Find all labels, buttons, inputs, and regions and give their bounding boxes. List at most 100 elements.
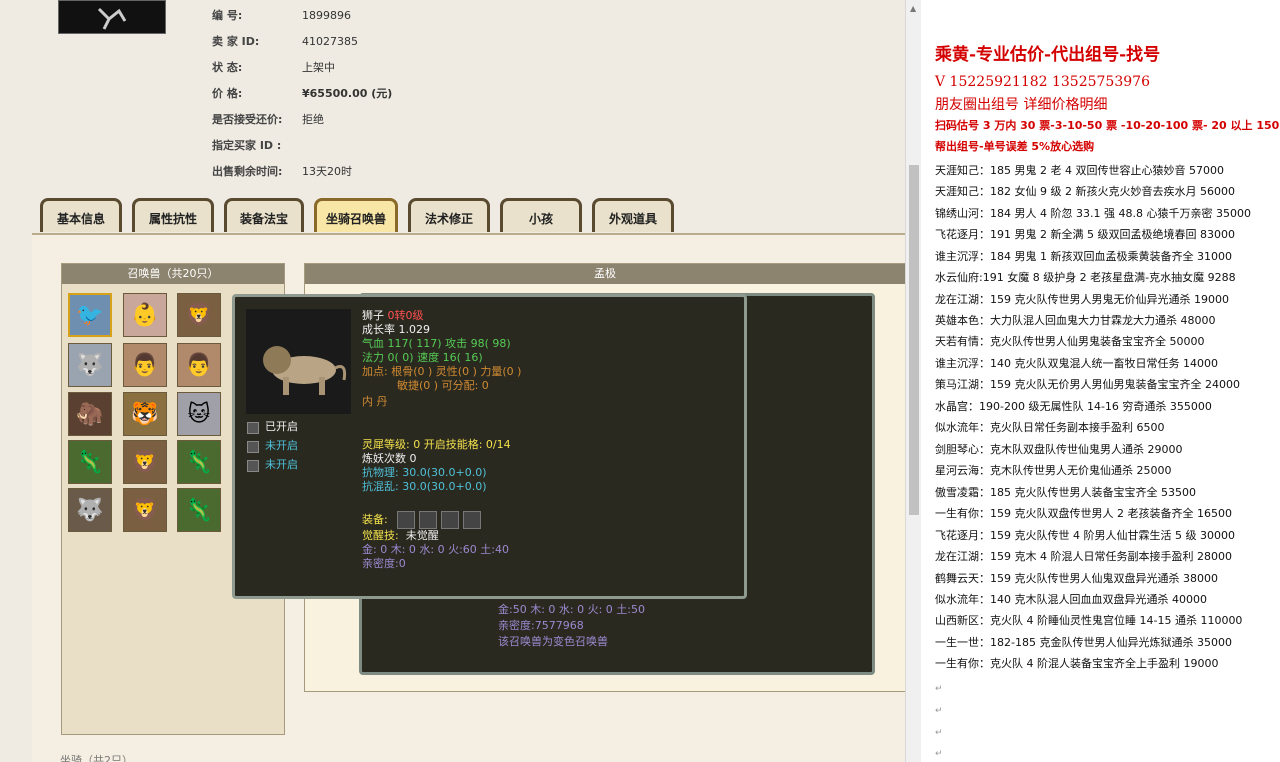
lion-icon <box>262 345 346 395</box>
notes-line: 锦绣山河：184 男人 4 阶忽 33.1 强 48.8 心猿千万亲密 3500… <box>935 207 1251 220</box>
notes-line: 谁主沉浮：140 克火队双鬼混人统一畜牧日常任务 14000 <box>935 357 1218 370</box>
tt-refine: 炼妖次数 0 <box>362 452 417 465</box>
scroll-up-icon[interactable]: ▲ <box>910 4 916 13</box>
info-price-row: 价 格: ¥65500.00 (元) <box>212 87 393 100</box>
summons-list-title: 召唤兽（共20只） <box>62 264 284 284</box>
info-seller-row: 卖 家 ID: 41027385 <box>212 35 358 48</box>
notes-sub: 朋友圈出组号 详细价格明细 <box>935 97 1108 113</box>
cat-icon: 🐱 <box>187 401 211 427</box>
summon-intimacy: 亲密度:7577968 <box>498 619 584 632</box>
tt-mp-spd: 法力 0( 0) 速度 16( 16) <box>362 351 483 364</box>
beast-icon: 🦎 <box>76 449 104 475</box>
summon-detail-title: 孟极 <box>305 264 905 284</box>
tab-equipment[interactable]: 装备法宝 <box>224 198 304 232</box>
notes-line: 飞花逐月：159 克火队传世 4 阶男人仙甘霖生活 5 级 30000 <box>935 529 1235 542</box>
tab-mounts-summons[interactable]: 坐骑召唤兽 <box>314 198 398 232</box>
paragraph-mark-icon: ↵ <box>935 728 943 738</box>
summon-slot-1[interactable]: 🐦 <box>68 293 112 337</box>
summon-tooltip: 狮子 0转0级 成长率 1.029 气血 117( 117) 攻击 98( 98… <box>232 294 747 599</box>
tt-points-2: 敏捷(0 ) 可分配: 0 <box>397 379 489 392</box>
notes-line: 天若有情：克火队传世男人仙男鬼装备宝宝齐全 50000 <box>935 335 1205 348</box>
equip-slot-1[interactable] <box>397 511 415 529</box>
summon-slot-5[interactable]: 👨 <box>123 343 167 387</box>
notes-line: 一生有你：克火队 4 阶混人装备宝宝齐全上手盈利 19000 <box>935 657 1219 670</box>
tt-equip-label: 装备: <box>362 513 388 526</box>
notes-line: 似水流年：克火队日常任务副本接手盈利 6500 <box>935 421 1165 434</box>
tt-neidan: 内 丹 <box>362 395 388 408</box>
notes-line: 水云仙府:191 女魔 8 级护身 2 老孩星盘满-克水抽女魔 9288 <box>935 271 1236 284</box>
notes-line: 谁主沉浮：184 男鬼 1 新孩双回血孟极乘黄装备齐全 31000 <box>935 250 1232 263</box>
baby-icon: 👶 <box>131 302 159 328</box>
equip-slot-3[interactable] <box>441 511 459 529</box>
tt-hp-atk: 气血 117( 117) 攻击 98( 98) <box>362 337 511 350</box>
notes-line: 剑胆琴心：克木队双盘队传世仙鬼男人通杀 29000 <box>935 443 1183 456</box>
tab-appearance[interactable]: 外观道具 <box>592 198 674 232</box>
mount-tab-label[interactable]: 坐骑（共2只） <box>60 754 133 762</box>
summon-slot-11[interactable]: 🦁 <box>123 440 167 484</box>
notes-promo-1: 扫码估号 3 万内 30 票-3-10-50 票 -10-20-100 票- 2… <box>935 119 1280 132</box>
notes-line: 一生有你：159 克火队双盘传世男人 2 老孩装备齐全 16500 <box>935 507 1232 520</box>
info-bargain-row: 是否接受还价: 拒绝 <box>212 113 324 126</box>
mount-tab-strip: 坐骑（共2只） <box>60 752 133 762</box>
tab-child[interactable]: 小孩 <box>500 198 582 232</box>
scrollbar-thumb[interactable] <box>909 165 919 515</box>
summon-slot-14[interactable]: 🦁 <box>123 488 167 532</box>
notes-title: 乘黄-专业估价-代出组号-找号 <box>935 45 1161 65</box>
tt-awaken: 觉醒技: 未觉醒 <box>362 529 439 542</box>
summon-slot-12[interactable]: 🦎 <box>177 440 221 484</box>
summon-slot-8[interactable]: 🐯 <box>123 392 167 436</box>
page-scrollbar[interactable]: ▲ <box>905 0 922 762</box>
paragraph-mark-icon: ↵ <box>935 749 943 759</box>
notes-line: 天涯知己：185 男鬼 2 老 4 双回传世容止心猿妙音 57000 <box>935 164 1224 177</box>
summon-slot-4[interactable]: 🐺 <box>68 343 112 387</box>
trade-page: 编 号: 1899896 卖 家 ID: 41027385 状 态: 上架中 价 格:… <box>0 0 905 762</box>
tab-attributes[interactable]: 属性抗性 <box>132 198 214 232</box>
price-value: ¥65500.00 (元) <box>302 87 393 100</box>
summon-slot-3[interactable]: 🦁 <box>177 293 221 337</box>
notes-line: 鹤舞云天：159 克火队传世男人仙鬼双盘异光通杀 38000 <box>935 572 1218 585</box>
summon-slot-7[interactable]: 🦣 <box>68 392 112 436</box>
beast-icon: 🦎 <box>185 497 213 523</box>
info-id-row: 编 号: 1899896 <box>212 9 351 22</box>
tab-spell-mod[interactable]: 法术修正 <box>408 198 490 232</box>
summon-note: 该召唤兽为变色召唤兽 <box>498 635 608 648</box>
notes-line: 一生一世：182-185 克金队传世男人仙异光炼狱通杀 35000 <box>935 636 1232 649</box>
notes-promo-2: 帮出组号-单号误差 5%放心选购 <box>935 140 1095 153</box>
notes-line: 英雄本色：大力队混人回血鬼大力甘霖龙大力通杀 48000 <box>935 314 1216 327</box>
lion-portrait <box>246 309 351 414</box>
slot-label-3: 未开启 <box>265 458 298 471</box>
character-avatar <box>58 0 166 34</box>
summon-slot-2[interactable]: 👶 <box>123 293 167 337</box>
equip-slot-4[interactable] <box>463 511 481 529</box>
paragraph-mark-icon: ↵ <box>935 684 943 694</box>
bird-icon: 🐦 <box>76 302 104 328</box>
notes-line: 星河云海：克木队传世男人无价鬼仙通杀 25000 <box>935 464 1172 477</box>
slot-checkbox-1 <box>247 422 259 434</box>
lion-icon: 🦁 <box>131 497 159 523</box>
notes-line: 似水流年：140 克木队混人回血血双盘异光通杀 40000 <box>935 593 1207 606</box>
paragraph-mark-icon: ↵ <box>935 706 943 716</box>
tt-points-1: 加点: 根骨(0 ) 灵性(0 ) 力量(0 ) <box>362 365 522 378</box>
summon-slot-9[interactable]: 🐱 <box>177 392 221 436</box>
slot-label-2: 未开启 <box>265 439 298 452</box>
tt-spirit: 灵犀等级: 0 开启技能格: 0/14 <box>362 438 511 451</box>
slot-label-1: 已开启 <box>265 420 298 433</box>
equip-slot-2[interactable] <box>419 511 437 529</box>
summon-slot-13[interactable]: 🐺 <box>68 488 112 532</box>
man-icon: 👨 <box>185 352 213 378</box>
summon-elements: 金:50 木: 0 水: 0 火: 0 土:50 <box>498 603 645 616</box>
notes-line: 飞花逐月：191 男鬼 2 新全满 5 级双回孟极绝境春回 83000 <box>935 228 1235 241</box>
info-buyer-row: 指定买家 ID : <box>212 139 282 152</box>
notes-line: 策马江湖：159 克火队无价男人男仙男鬼装备宝宝齐全 24000 <box>935 378 1240 391</box>
summon-slot-10[interactable]: 🦎 <box>68 440 112 484</box>
werewolf-icon: 🐺 <box>76 497 104 523</box>
summon-slot-15[interactable]: 🦎 <box>177 488 221 532</box>
tt-intimacy: 亲密度:0 <box>362 557 406 570</box>
notes-line: 水晶宫：190-200 级无属性队 14-16 穷奇通杀 355000 <box>935 400 1212 413</box>
summon-slot-6[interactable]: 👨 <box>177 343 221 387</box>
beast-icon: 🦎 <box>185 449 213 475</box>
tab-basic-info[interactable]: 基本信息 <box>40 198 122 232</box>
mammoth-icon: 🦣 <box>76 401 104 427</box>
price-notes-panel: 乘黄-专业估价-代出组号-找号 V 15225921182 1352575397… <box>921 0 1280 762</box>
info-time-row: 出售剩余时间: 13天20时 <box>212 165 352 178</box>
